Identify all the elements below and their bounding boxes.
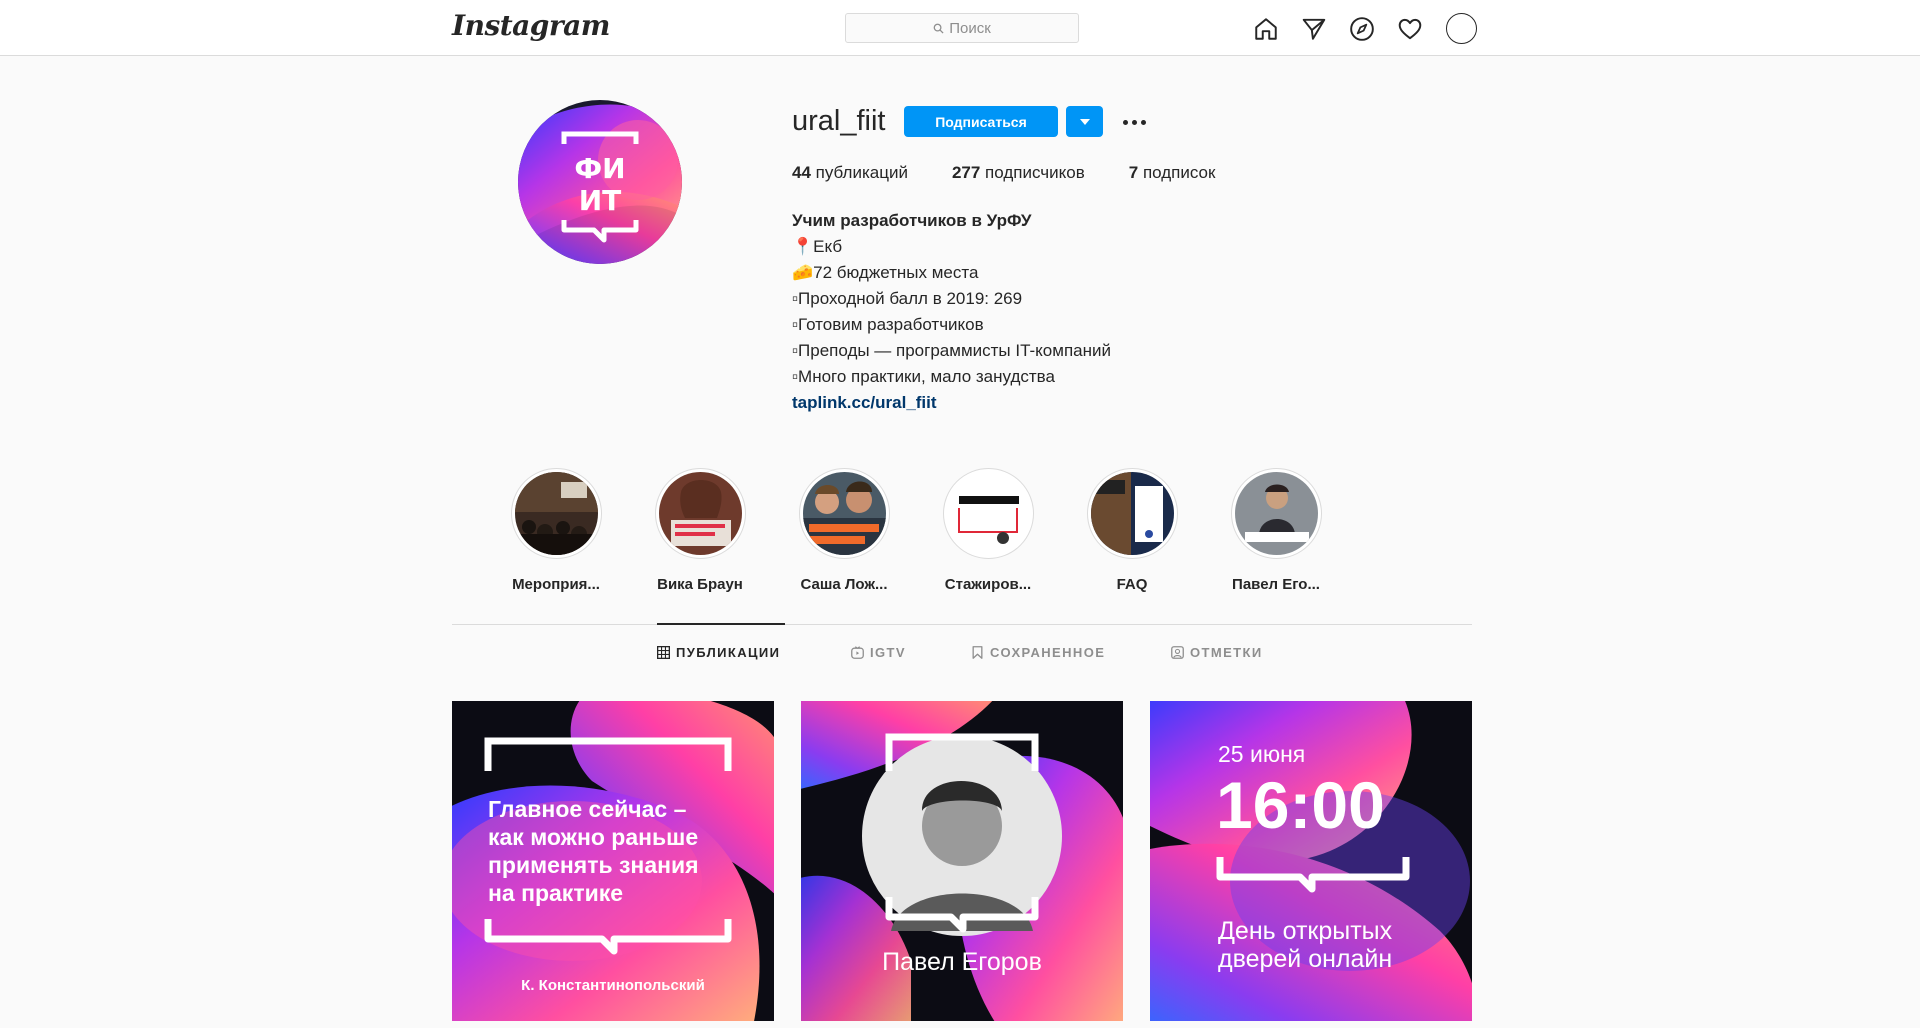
post-tile[interactable]: Главное сейчас – как можно раньше примен…	[452, 701, 774, 1021]
search-icon	[933, 23, 944, 34]
top-navigation: Instagram Поиск	[0, 0, 1920, 56]
story-highlights: Мероприя... Вика Браун Саша Лож... Стажи…	[484, 468, 1348, 593]
bio-line: 📍Екб	[792, 237, 843, 256]
search-input[interactable]: Поиск	[845, 13, 1079, 43]
post-quote-line: на практике	[488, 880, 624, 906]
stat-followers[interactable]: 277 подписчиков	[952, 163, 1085, 183]
tabs-divider	[452, 624, 1472, 625]
post-tile[interactable]: Павел Егоров	[801, 701, 1123, 1021]
stat-label: подписок	[1142, 163, 1216, 182]
tagged-icon	[1171, 646, 1184, 659]
highlight-label: FAQ	[1116, 576, 1148, 593]
highlight-cover	[1230, 468, 1322, 559]
bio-link[interactable]: taplink.cc/ural_fiit	[792, 390, 1111, 416]
post-quote-line: как можно раньше	[488, 824, 699, 850]
post-event-time: 16:00	[1216, 768, 1385, 842]
highlight-label: Мероприя...	[512, 576, 600, 593]
tab-label: ОТМЕТКИ	[1190, 645, 1263, 660]
highlight-cover	[798, 468, 890, 559]
highlight-image	[658, 472, 742, 555]
highlight-cover	[1086, 468, 1178, 559]
explore-icon[interactable]	[1348, 15, 1376, 43]
svg-text:ИТ: ИТ	[579, 184, 622, 217]
tab-label: ПУБЛИКАЦИИ	[676, 645, 781, 660]
profile-bio: Учим разработчиков в УрФУ 📍Екб 🧀72 бюдже…	[792, 208, 1111, 416]
svg-text:ФИ: ФИ	[574, 152, 625, 185]
post-person-name: Павел Егоров	[882, 948, 1042, 976]
tab-igtv[interactable]: IGTV	[851, 645, 906, 660]
highlight-cover	[510, 468, 602, 559]
tab-tagged[interactable]: ОТМЕТКИ	[1171, 645, 1263, 660]
grid-icon	[657, 646, 670, 659]
post-quote: Главное сейчас – как можно раньше примен…	[488, 795, 699, 907]
stat-count: 44	[792, 163, 811, 182]
highlight-image	[802, 472, 886, 555]
highlight-item[interactable]: Саша Лож...	[772, 468, 916, 593]
tab-posts[interactable]: ПУБЛИКАЦИИ	[657, 645, 780, 660]
stat-count: 7	[1128, 163, 1139, 182]
highlight-image	[946, 472, 1030, 555]
activity-heart-icon[interactable]	[1396, 15, 1424, 43]
direct-icon[interactable]	[1300, 15, 1328, 43]
highlight-image	[1234, 472, 1318, 555]
highlight-item[interactable]: Вика Браун	[628, 468, 772, 593]
home-icon[interactable]	[1252, 15, 1280, 43]
bio-line: 🧀72 бюджетных места	[792, 263, 979, 282]
bio-line: ▫Преподы — программисты IT-компаний	[792, 341, 1111, 360]
bio-line: ▫Готовим разработчиков	[792, 315, 984, 334]
tab-label: СОХРАНЕННОЕ	[990, 645, 1106, 660]
igtv-icon	[851, 646, 864, 659]
fiit-logo-image: ФИ ИТ	[518, 100, 682, 264]
highlight-image	[514, 472, 598, 555]
highlight-item[interactable]: Мероприя...	[484, 468, 628, 593]
highlight-label: Саша Лож...	[800, 576, 888, 593]
profile-stats: 44 публикаций 277 подписчиков 7 подписок	[792, 163, 1259, 183]
dot-icon	[1122, 119, 1128, 125]
post-quote-line: применять знания	[488, 852, 699, 878]
post-caption-line: День открытых	[1218, 917, 1393, 945]
highlight-cover	[654, 468, 746, 559]
post-tile[interactable]: 25 июня 16:00 День открытых дверей онлай…	[1150, 701, 1472, 1021]
post-author: К. Константинопольский	[521, 977, 705, 994]
tab-label: IGTV	[870, 645, 906, 660]
follow-button[interactable]: Подписаться	[904, 106, 1058, 137]
suggested-dropdown-button[interactable]	[1066, 106, 1103, 137]
tab-saved[interactable]: СОХРАНЕННОЕ	[971, 645, 1105, 660]
bio-name: Учим разработчиков в УрФУ	[792, 211, 1032, 230]
stat-posts: 44 публикаций	[792, 163, 908, 183]
profile-avatar[interactable]: ФИ ИТ	[518, 100, 682, 264]
highlight-label: Павел Его...	[1232, 576, 1320, 593]
profile-username: ural_fiit	[792, 105, 886, 137]
highlight-label: Стажиров...	[944, 576, 1032, 593]
highlight-item[interactable]: Павел Его...	[1204, 468, 1348, 593]
more-options-button[interactable]	[1118, 111, 1150, 133]
post-event-caption: День открытых дверей онлайн	[1218, 917, 1392, 973]
highlight-item[interactable]: FAQ	[1060, 468, 1204, 593]
dot-icon	[1131, 119, 1137, 125]
stat-following[interactable]: 7 подписок	[1129, 163, 1216, 183]
bio-line: ▫Проходной балл в 2019: 269	[792, 289, 1023, 308]
caret-down-icon	[1079, 118, 1090, 125]
dot-icon	[1140, 119, 1146, 125]
nav-icons	[1252, 13, 1477, 44]
highlight-cover	[942, 468, 1034, 559]
profile-avatar-nav[interactable]	[1446, 13, 1477, 44]
highlight-label: Вика Браун	[657, 576, 743, 593]
bookmark-icon	[972, 646, 983, 659]
highlight-item[interactable]: Стажиров...	[916, 468, 1060, 593]
highlight-image	[1090, 472, 1174, 555]
bio-line: ▫Много практики, мало занудства	[792, 367, 1055, 386]
stat-label: подписчиков	[985, 163, 1085, 182]
post-event-date: 25 июня	[1218, 741, 1306, 767]
search-placeholder: Поиск	[949, 19, 991, 37]
post-quote-line: Главное сейчас –	[488, 796, 687, 822]
stat-count: 277	[951, 163, 981, 182]
stat-label: публикаций	[815, 163, 908, 182]
post-caption-line: дверей онлайн	[1218, 945, 1393, 973]
active-tab-indicator	[657, 623, 785, 625]
post-background	[1150, 701, 1472, 1021]
instagram-logo[interactable]: Instagram	[452, 9, 610, 42]
